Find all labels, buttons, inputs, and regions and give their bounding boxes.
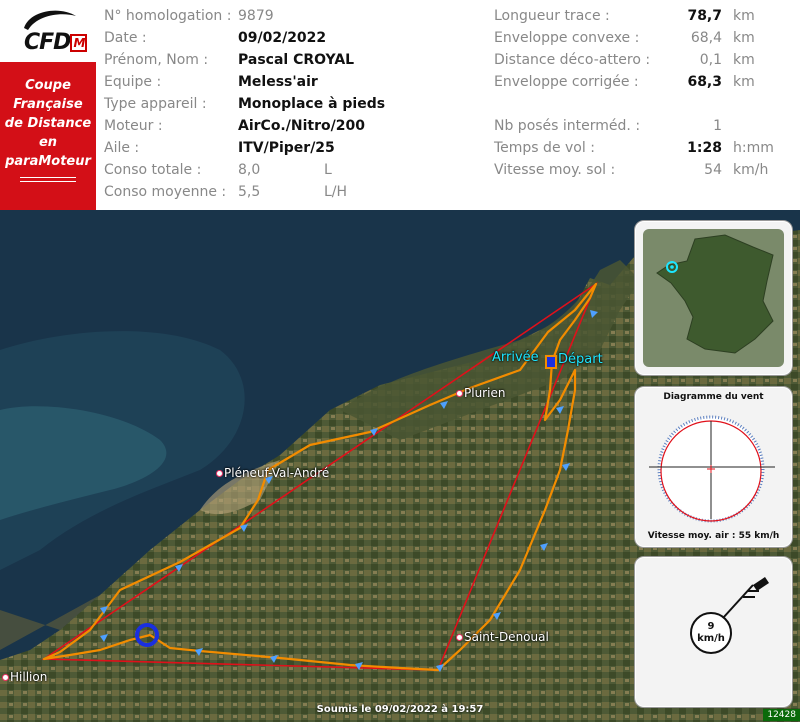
stat-value: 68,3 — [687, 74, 722, 90]
info-value: Monoplace à pieds — [238, 96, 386, 112]
wind-diagram-caption: Vitesse moy. air : 55 km/h — [647, 531, 780, 541]
info-value: AirCo./Nitro/200 — [238, 118, 365, 134]
place-dot-icon — [456, 634, 463, 641]
wind-arrow-icon — [690, 577, 769, 654]
stat-value: 54 — [704, 162, 722, 178]
place-arrivee: Arrivée — [492, 350, 539, 365]
france-map-icon — [643, 229, 784, 367]
stat-label: Temps de vol : — [494, 140, 595, 156]
place-depart: Départ — [558, 352, 603, 367]
info-value: Pascal CROYAL — [238, 52, 355, 68]
coupe-line: Coupe — [25, 78, 71, 93]
info-label: N° homologation : — [104, 8, 232, 24]
stat-unit: km — [733, 52, 755, 68]
info-label: Type appareil : — [104, 96, 207, 112]
stat-label: Enveloppe corrigée : — [494, 74, 639, 90]
info-value: 8,0 — [238, 162, 261, 178]
flight-header: CFD M Coupe Française de Distance en paraMote… — [0, 0, 800, 210]
stat-label: Enveloppe convexe : — [494, 30, 640, 46]
place-hillion: Hillion — [2, 670, 47, 684]
stat-value: 68,4 — [690, 30, 722, 46]
info-label: Equipe : — [104, 74, 162, 90]
stat-value: 0,1 — [699, 52, 722, 68]
wind-gauge-panel: 9 km/h — [634, 556, 793, 708]
info-label: Conso totale : — [104, 162, 202, 178]
submitted-footer: Soumis le 09/02/2022 à 19:57 — [316, 704, 484, 715]
start-marker — [545, 355, 557, 369]
banner-rule — [20, 177, 76, 182]
info-label: Date : — [104, 30, 147, 46]
info-unit: L — [324, 162, 332, 178]
coupe-line: Française — [13, 97, 83, 112]
france-locator-panel — [634, 220, 793, 376]
info-label: Prénom, Nom : — [104, 52, 209, 68]
place-pleneuf: Pléneuf-Val-André — [216, 466, 329, 480]
place-dot-icon — [2, 674, 9, 681]
place-dot-icon — [456, 390, 463, 397]
cfdm-logo: CFD M — [0, 0, 96, 62]
wind-diagram-panel: Diagramme du vent Vitesse moy. air : 55 … — [634, 386, 793, 548]
stat-label: Longueur trace : — [494, 8, 610, 24]
stat-unit: km/h — [733, 162, 769, 178]
coupe-line: paraMoteur — [5, 154, 91, 169]
coupe-line: en — [38, 135, 58, 150]
wind-diagram-chart — [649, 415, 775, 523]
info-value: Meless'air — [238, 74, 318, 90]
stat-value: 1 — [713, 118, 722, 134]
info-unit: L/H — [324, 184, 348, 200]
stat-unit: km — [733, 8, 755, 24]
info-value: 5,5 — [238, 184, 261, 200]
info-value: 09/02/2022 — [238, 30, 327, 46]
stat-label: Nb posés interméd. : — [494, 118, 641, 134]
place-plurien: Plurien — [456, 386, 505, 400]
logo-text: CFD M — [24, 30, 88, 55]
stat-value: 1:28 — [687, 140, 722, 156]
info-label: Conso moyenne : — [104, 184, 227, 200]
stat-unit: km — [733, 30, 755, 46]
wind-speed-unit: km/h — [697, 633, 725, 644]
info-label: Moteur : — [104, 118, 163, 134]
stat-label: Distance déco-attero : — [494, 52, 651, 68]
logo-box-letter: M — [70, 34, 88, 52]
scale-badge: 12428 — [763, 709, 800, 721]
place-dot-icon — [216, 470, 223, 477]
stat-unit: h:mm — [733, 140, 774, 156]
stat-value: 78,7 — [687, 8, 722, 24]
wind-speed-value: 9 — [707, 621, 715, 632]
coupe-line: de Distance — [4, 116, 92, 131]
info-value: ITV/Piper/25 — [238, 140, 335, 156]
flight-map[interactable]: Arrivée Départ Plurien Pléneuf-Val-André… — [0, 210, 800, 722]
coupe-banner: Coupe Française de Distance en paraMoteur — [0, 62, 96, 210]
stat-label: Vitesse moy. sol : — [494, 162, 616, 178]
paraglider-wing-icon — [24, 10, 76, 30]
place-saint-denoual: Saint-Denoual — [456, 630, 549, 644]
stat-unit: km — [733, 74, 755, 90]
info-value: 9879 — [238, 8, 274, 24]
info-label: Aile : — [104, 140, 140, 156]
